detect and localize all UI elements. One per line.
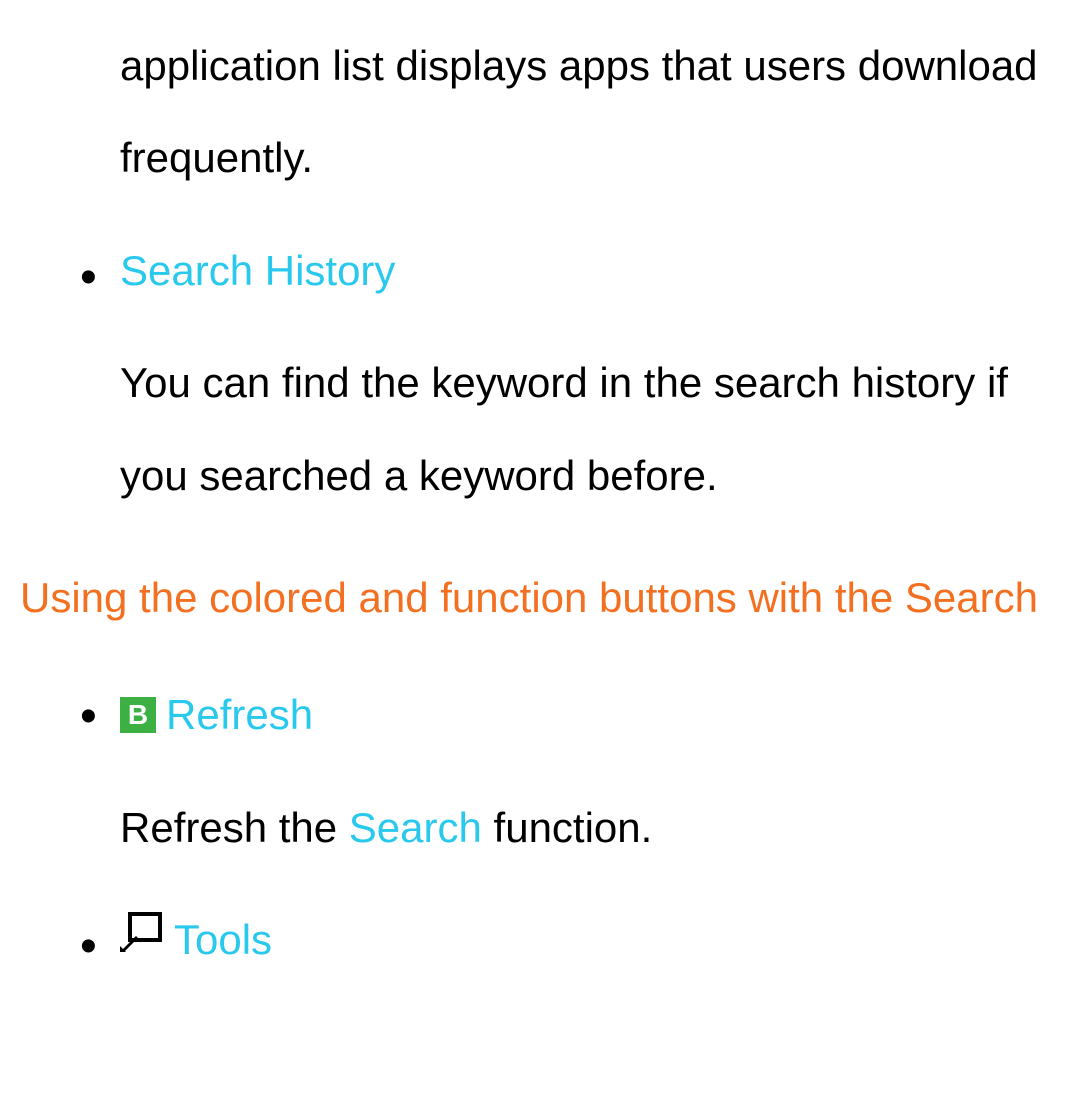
refresh-desc-suffix: function. (482, 804, 652, 851)
list-item: B Refresh Refresh the Search function. (20, 664, 1060, 874)
refresh-link[interactable]: Refresh (166, 669, 313, 761)
tools-link[interactable]: Tools (174, 894, 272, 986)
refresh-desc-prefix: Refresh the (120, 804, 349, 851)
feature-list: Search History You can find the keyword … (20, 225, 1060, 522)
intro-paragraph: application list displays apps that user… (120, 20, 1060, 205)
b-button-icon: B (120, 697, 156, 733)
refresh-description: Refresh the Search function. (120, 782, 1060, 874)
list-item: Search History You can find the keyword … (20, 225, 1060, 522)
search-history-description: You can find the keyword in the search h… (120, 337, 1060, 522)
search-inline-link[interactable]: Search (349, 804, 482, 851)
tools-icon (120, 892, 164, 984)
search-history-link[interactable]: Search History (120, 225, 1060, 317)
list-item: Tools (20, 894, 1060, 986)
section-heading: Using the colored and function buttons w… (20, 552, 1060, 644)
button-list: B Refresh Refresh the Search function. T… (20, 664, 1060, 986)
